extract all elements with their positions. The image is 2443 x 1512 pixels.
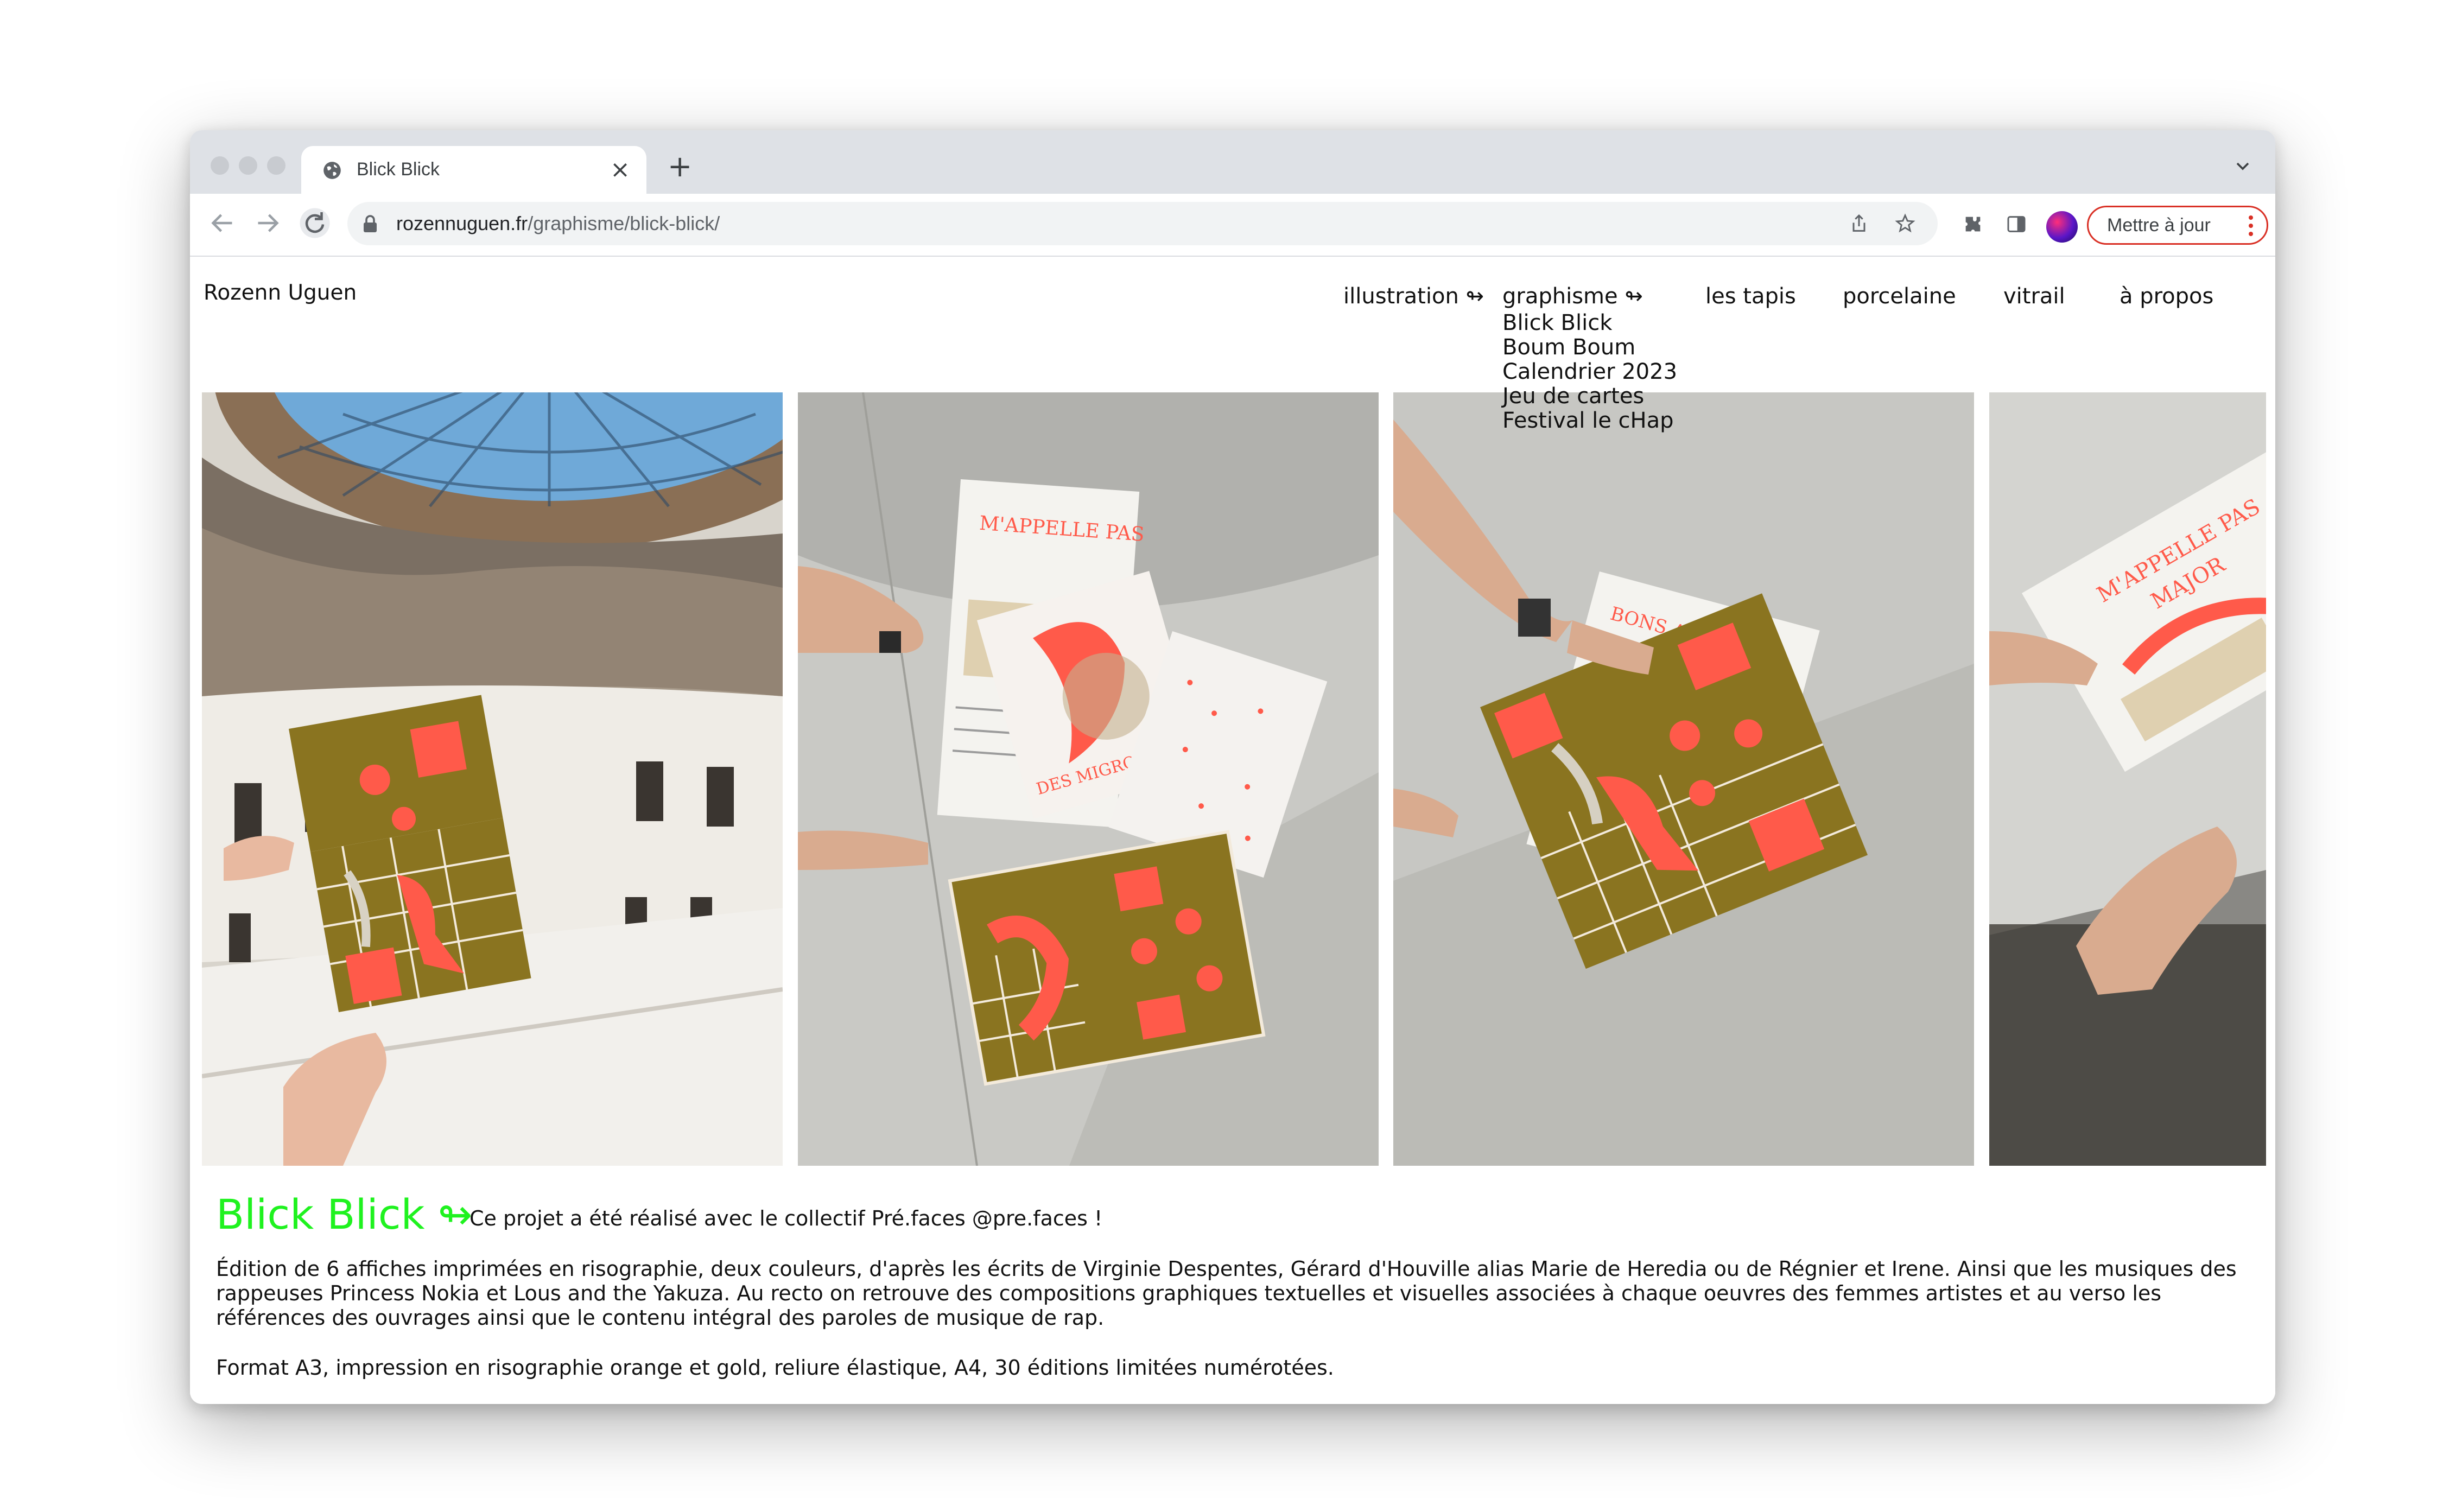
nav-graphisme[interactable]: graphisme ↬: [1502, 284, 1643, 309]
window-close-dot[interactable]: [211, 156, 229, 175]
project-photo-3[interactable]: BONS ARTIFICES: [1393, 392, 1974, 1166]
submenu-item-jeu-de-cartes[interactable]: Jeu de cartes: [1502, 384, 1677, 409]
star-icon[interactable]: [1894, 213, 1916, 234]
nav-porcelaine[interactable]: porcelaine: [1843, 284, 1956, 309]
browser-window: Blick Blick × + rozennuguen.fr/graphisme…: [190, 130, 2275, 1404]
plus-icon[interactable]: +: [668, 152, 692, 181]
project-collab-note: Ce projet a été réalisé avec le collecti…: [469, 1206, 1103, 1230]
chevron-down-icon[interactable]: [2232, 155, 2254, 177]
nav-a-propos[interactable]: à propos: [2120, 284, 2213, 309]
kebab-menu-icon[interactable]: [2248, 215, 2254, 237]
tab-title: Blick Blick: [357, 159, 440, 180]
nav-les-tapis[interactable]: les tapis: [1705, 284, 1796, 309]
update-button[interactable]: Mettre à jour: [2087, 206, 2268, 245]
share-icon[interactable]: [1848, 213, 1870, 234]
photo-booklet-image: M'APPELLE PAS MAJOR: [1989, 392, 2266, 1166]
site-name-link[interactable]: Rozenn Uguen: [204, 281, 357, 305]
photo-hands-riso-image: BONS ARTIFICES: [1393, 392, 1974, 1166]
update-button-label: Mettre à jour: [2107, 215, 2211, 236]
extensions-icon[interactable]: [1962, 213, 1984, 235]
submenu-item-blick-blick[interactable]: Blick Blick: [1502, 311, 1677, 335]
reload-icon[interactable]: [299, 207, 331, 239]
globe-icon: [323, 162, 341, 179]
tab-strip: Blick Blick × +: [190, 130, 2275, 195]
lock-icon[interactable]: [363, 214, 378, 233]
url-text: rozennuguen.fr/graphisme/blick-blick/: [396, 212, 720, 235]
project-photo-1[interactable]: [202, 392, 783, 1166]
nav-vitrail[interactable]: vitrail: [2003, 284, 2065, 309]
photo-posters-floor-image: M'APPELLE PAS DES MIGROAMIES: [798, 392, 1379, 1166]
photo-rotunda-image: [202, 392, 783, 1166]
sidepanel-icon[interactable]: [2006, 213, 2027, 235]
submenu-item-calendrier-2023[interactable]: Calendrier 2023: [1502, 360, 1677, 384]
window-zoom-dot[interactable]: [267, 156, 285, 175]
nav-illustration[interactable]: illustration ↬: [1343, 284, 1484, 309]
project-format: Format A3, impression en risographie ora…: [216, 1356, 1334, 1380]
project-title: Blick Blick ↬: [216, 1190, 473, 1238]
graphisme-submenu: Blick Blick Boum Boum Calendrier 2023 Je…: [1502, 311, 1677, 433]
browser-toolbar: rozennuguen.fr/graphisme/blick-blick/ Me…: [190, 194, 2275, 257]
address-bar[interactable]: rozennuguen.fr/graphisme/blick-blick/: [347, 202, 1938, 245]
submenu-item-festival-le-chap[interactable]: Festival le cHap: [1502, 409, 1677, 433]
avatar[interactable]: [2046, 211, 2078, 243]
active-tab[interactable]: Blick Blick ×: [301, 146, 646, 195]
project-photo-2[interactable]: M'APPELLE PAS DES MIGROAMIES: [798, 392, 1379, 1166]
window-minimize-dot[interactable]: [239, 156, 257, 175]
close-icon[interactable]: ×: [610, 156, 630, 183]
web-page: Rozenn Uguen illustration ↬ graphisme ↬ …: [190, 257, 2275, 1404]
url-domain: rozennuguen.fr: [396, 212, 528, 234]
submenu-item-boum-boum[interactable]: Boum Boum: [1502, 335, 1677, 360]
project-description: Édition de 6 affiches imprimées en risog…: [216, 1257, 2237, 1330]
project-photo-4[interactable]: M'APPELLE PAS MAJOR: [1989, 392, 2266, 1166]
forward-arrow-icon[interactable]: [251, 207, 284, 239]
back-arrow-icon[interactable]: [206, 207, 239, 239]
url-path: /graphisme/blick-blick/: [528, 212, 720, 234]
